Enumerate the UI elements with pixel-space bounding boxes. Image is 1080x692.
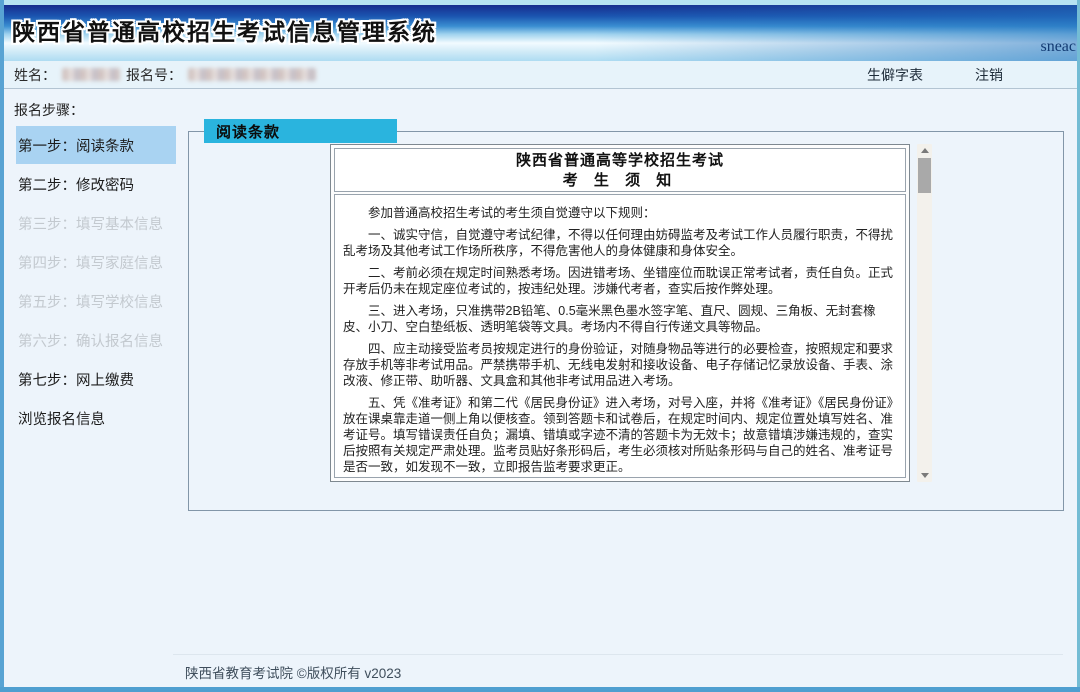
registration-steps-sidebar: 报名步骤： 第一步：阅读条款 第二步：修改密码 第三步：填写基本信息 第四步：填… [4, 90, 176, 438]
name-label: 姓名： [14, 65, 56, 85]
notice-paragraph: 五、凭《准考证》和第二代《居民身份证》进入考场，对号入座，并将《准考证》《居民身… [343, 395, 897, 475]
scroll-down-arrow-icon[interactable] [917, 469, 932, 482]
tab-read-terms: 阅读条款 [204, 119, 397, 143]
page-frame-top [0, 0, 1080, 5]
sidebar-step-3-basic-info: 第三步：填写基本信息 [4, 204, 176, 242]
notice-title-line2: 考 生 须 知 [335, 171, 905, 191]
sidebar-step-5-school-info: 第五步：填写学校信息 [4, 282, 176, 320]
regno-value-redacted [188, 68, 316, 81]
footer-copyright: 陕西省教育考试院 ©版权所有 v2023 [185, 662, 401, 682]
logout-link[interactable]: 注销 [975, 65, 1003, 85]
notice-body: 参加普通高校招生考试的考生须自觉遵守以下规则： 一、诚实守信，自觉遵守考试纪律，… [334, 194, 906, 478]
notice-paragraph: 三、进入考场，只准携带2B铅笔、0.5毫米黑色墨水签字笔、直尺、圆规、三角板、无… [343, 303, 897, 335]
scroll-up-arrow-icon[interactable] [917, 144, 932, 157]
sidebar-step-1-read-terms[interactable]: 第一步：阅读条款 [16, 126, 176, 164]
user-bar-actions: 生僻字表 注销 [867, 65, 1077, 85]
notice-paragraph: 二、考前必须在规定时间熟悉考场。因进错考场、坐错座位而耽误正常考试者，责任自负。… [343, 265, 897, 297]
notice-paragraph: 四、应主动接受监考员按规定进行的身份验证，对随身物品等进行的必要检查，按照规定和… [343, 341, 897, 389]
name-value-redacted [62, 68, 120, 81]
notice-title-line1: 陕西省普通高等学校招生考试 [335, 151, 905, 171]
app-title: 陕西省普通高校招生考试信息管理系统 [12, 13, 437, 47]
footer-separator [173, 654, 1063, 655]
header-banner: 陕西省普通高校招生考试信息管理系统 sneac [4, 5, 1077, 61]
notice-paragraph: 参加普通高校招生考试的考生须自觉遵守以下规则： [343, 205, 897, 221]
user-info-bar: 姓名： 报名号： 生僻字表 注销 [4, 61, 1077, 89]
site-watermark: sneac [1040, 38, 1076, 56]
sidebar-step-6-confirm-info: 第六步：确认报名信息 [4, 321, 176, 359]
notice-scrollbar[interactable] [917, 144, 932, 482]
sidebar-title: 报名步骤： [4, 90, 176, 126]
page-frame-bottom [0, 687, 1080, 692]
sidebar-step-7-online-payment[interactable]: 第七步：网上缴费 [4, 360, 176, 398]
notice-paragraph: 一、诚实守信，自觉遵守考试纪律，不得以任何理由妨碍监考及考试工作人员履行职责，不… [343, 227, 897, 259]
rare-characters-link[interactable]: 生僻字表 [867, 65, 923, 85]
notice-title-box: 陕西省普通高等学校招生考试 考 生 须 知 [334, 148, 906, 192]
sidebar-step-2-change-password[interactable]: 第二步：修改密码 [4, 165, 176, 203]
regno-label: 报名号： [126, 65, 182, 85]
sidebar-browse-registration[interactable]: 浏览报名信息 [4, 399, 176, 437]
scrollbar-thumb[interactable] [918, 158, 931, 193]
notice-document: 陕西省普通高等学校招生考试 考 生 须 知 参加普通高校招生考试的考生须自觉遵守… [330, 144, 910, 482]
user-identity: 姓名： 报名号： [14, 65, 322, 85]
page-frame-left [0, 0, 4, 692]
sidebar-step-4-family-info: 第四步：填写家庭信息 [4, 243, 176, 281]
notice-document-wrap: 陕西省普通高等学校招生考试 考 生 须 知 参加普通高校招生考试的考生须自觉遵守… [330, 144, 932, 482]
